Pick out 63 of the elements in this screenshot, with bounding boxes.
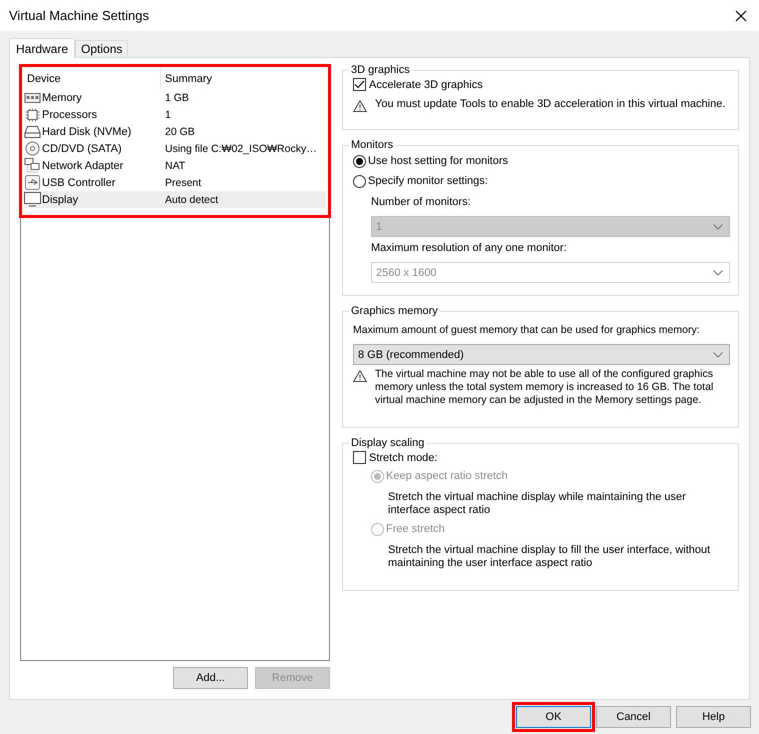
checkbox-label: Stretch mode: xyxy=(369,452,438,464)
network-icon xyxy=(24,158,41,173)
memory-icon xyxy=(24,92,41,104)
group-title: 3D graphics xyxy=(350,64,411,76)
monitor-icon xyxy=(24,192,41,207)
radio-label: Free stretch xyxy=(386,523,445,535)
device-summary: Auto detect xyxy=(164,194,220,206)
warning-text: The virtual machine may not be able to use all of the configured graphics memory unless the total system memory is increased to 16 GB. The total virtual machine memory can be adjusted in the Memory settings page. xyxy=(375,368,714,407)
device-name: USB Controller xyxy=(42,176,116,188)
radio-label: Use host setting for monitors xyxy=(368,155,508,167)
group-title: Graphics memory xyxy=(350,305,439,317)
checkbox[interactable] xyxy=(353,78,366,91)
device-row[interactable]: Hard Disk (NVMe) 20 GB xyxy=(24,123,326,140)
device-row[interactable]: CD/DVD (SATA) Using file C:₩02_ISO₩Rocky… xyxy=(24,140,326,157)
tab[interactable]: Options xyxy=(75,40,128,57)
field-label: Maximum resolution of any one monitor: xyxy=(371,242,568,256)
device-summary: Using file C:₩02_ISO₩Rocky… xyxy=(164,142,318,154)
device-row[interactable]: Memory 1 GB xyxy=(24,89,326,106)
warning-icon xyxy=(353,100,367,112)
chevron-icon xyxy=(713,224,723,230)
group-title: Monitors xyxy=(350,139,394,151)
device-summary: 20 GB xyxy=(164,126,196,138)
radio-button[interactable] xyxy=(353,174,366,188)
close-icon[interactable] xyxy=(735,10,747,22)
device-summary: 1 GB xyxy=(164,92,190,104)
device-name: Network Adapter xyxy=(42,160,124,172)
field-label: Number of monitors: xyxy=(371,196,472,210)
device-name: Memory xyxy=(42,92,82,104)
device-row[interactable]: Processors 1 xyxy=(24,106,326,123)
device-name: Hard Disk (NVMe) xyxy=(42,126,132,138)
device-row[interactable]: USB Controller Present xyxy=(24,174,326,191)
chip-icon xyxy=(24,108,41,122)
device-summary: 1 xyxy=(164,108,172,120)
chevron-icon xyxy=(713,352,723,358)
device-name: Display xyxy=(42,194,78,206)
device-name: CD/DVD (SATA) xyxy=(42,142,122,154)
radio-label: Specify monitor settings: xyxy=(368,175,488,187)
field-label: Maximum amount of guest memory that can be used for graphics memory: xyxy=(353,324,701,336)
device-summary: Present xyxy=(164,176,202,188)
tab[interactable]: Hardware xyxy=(9,38,76,58)
dropdown[interactable]: 8 GB (recommended) xyxy=(353,344,730,365)
help-button[interactable]: Help xyxy=(676,706,751,728)
column-header[interactable]: Summary xyxy=(161,67,326,89)
device-name: Processors xyxy=(42,108,98,120)
device-summary: NAT xyxy=(164,160,186,172)
cancel-button[interactable]: Cancel xyxy=(596,706,671,728)
radio-button[interactable] xyxy=(353,154,366,168)
chevron-icon xyxy=(713,270,723,276)
checkbox[interactable] xyxy=(353,451,366,464)
column-header[interactable]: Device xyxy=(24,67,161,89)
add-button[interactable]: Add... xyxy=(173,667,248,689)
usb-icon xyxy=(24,175,41,190)
warning-icon xyxy=(353,370,367,382)
option-description: Stretch the virtual machine display to fill the user interface, without maintaining the user interface aspect ratio xyxy=(387,544,712,570)
radio-label: Keep aspect ratio stretch xyxy=(386,470,508,482)
disc-icon xyxy=(24,141,41,156)
warning-text: You must update Tools to enable 3D acceleration in this virtual machine. xyxy=(375,98,726,111)
checkbox-label: Accelerate 3D graphics xyxy=(369,78,483,90)
device-row[interactable]: Network Adapter NAT xyxy=(24,157,326,174)
window-title: Virtual Machine Settings xyxy=(9,8,149,23)
device-row[interactable]: Display Auto detect xyxy=(24,191,326,208)
group-title: Display scaling xyxy=(350,437,426,449)
option-description: Stretch the virtual machine display while maintaining the user interface aspect ratio xyxy=(387,491,687,517)
